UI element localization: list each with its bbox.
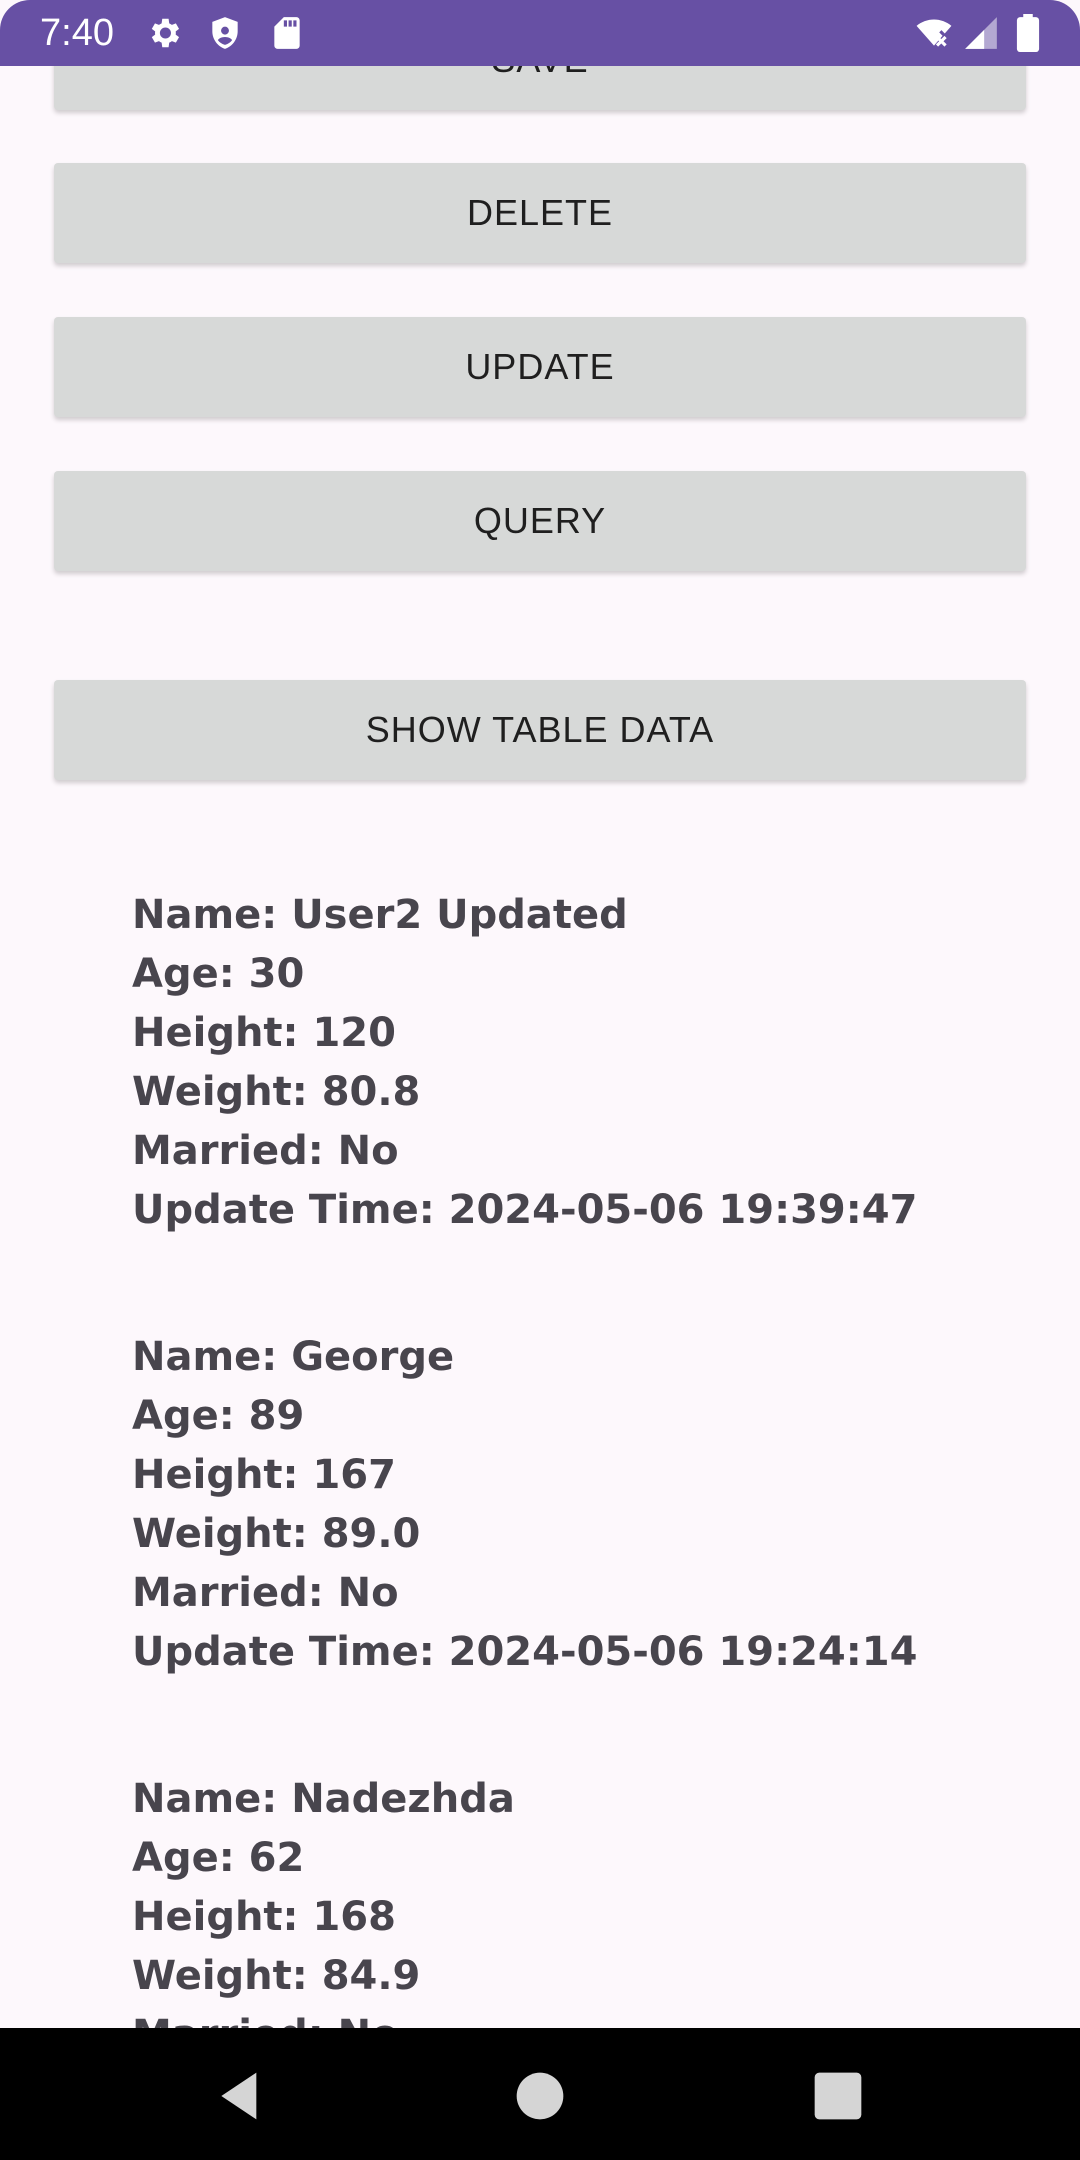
record-age: Age: 89	[132, 1393, 305, 1439]
record-married: Married: No	[132, 2006, 515, 2028]
navigation-bar	[0, 2028, 1080, 2160]
record-married: Married: No	[132, 1128, 399, 1174]
back-icon[interactable]	[212, 2068, 268, 2124]
record-height: Height: 167	[132, 1452, 396, 1498]
update-button[interactable]: UPDATE	[54, 317, 1026, 417]
record-name: Name: User2 Updated	[132, 892, 628, 938]
record-item: Name: Nadezhda Age: 62 Height: 168 Weigh…	[132, 1770, 515, 2028]
record-weight: Weight: 84.9	[132, 1953, 421, 1999]
save-button[interactable]: SAVE	[54, 66, 1026, 110]
record-update-time: Update Time: 2024-05-06 19:39:47	[132, 1187, 918, 1233]
show-table-data-button[interactable]: SHOW TABLE DATA	[54, 680, 1026, 780]
recents-icon[interactable]	[810, 2068, 866, 2124]
sd-card-icon	[268, 14, 306, 52]
query-button[interactable]: QUERY	[54, 471, 1026, 571]
record-item: Name: User2 Updated Age: 30 Height: 120 …	[132, 886, 917, 1240]
record-age: Age: 62	[132, 1835, 305, 1881]
record-height: Height: 168	[132, 1894, 396, 1940]
status-bar: 7:40	[0, 0, 1080, 66]
cell-signal-icon	[962, 14, 1000, 52]
record-item: Name: George Age: 89 Height: 167 Weight:…	[132, 1328, 917, 1682]
record-age: Age: 30	[132, 951, 305, 997]
home-icon[interactable]	[512, 2068, 568, 2124]
content-scroll-area[interactable]: SAVE DELETE UPDATE QUERY SHOW TABLE DATA…	[0, 66, 1080, 2028]
shield-icon	[206, 14, 244, 52]
status-time: 7:40	[40, 12, 114, 54]
record-name: Name: George	[132, 1334, 455, 1380]
record-weight: Weight: 89.0	[132, 1511, 421, 1557]
delete-button[interactable]: DELETE	[54, 163, 1026, 263]
battery-icon	[1015, 14, 1041, 52]
record-update-time: Update Time: 2024-05-06 19:24:14	[132, 1629, 918, 1675]
record-weight: Weight: 80.8	[132, 1069, 421, 1115]
gear-icon	[145, 14, 183, 52]
record-height: Height: 120	[132, 1010, 396, 1056]
record-married: Married: No	[132, 1570, 399, 1616]
wifi-off-icon	[912, 14, 956, 52]
record-name: Name: Nadezhda	[132, 1776, 515, 1822]
